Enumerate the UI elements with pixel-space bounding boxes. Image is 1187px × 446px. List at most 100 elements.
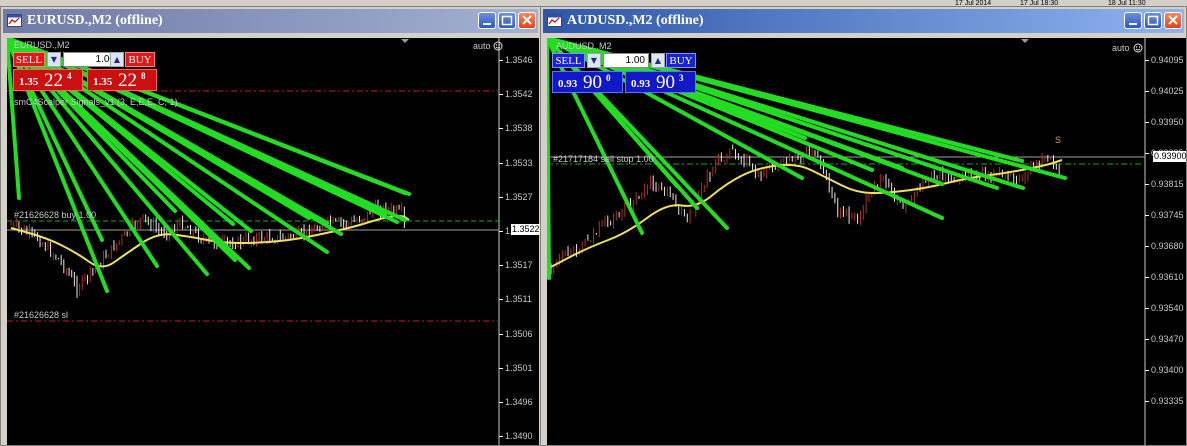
current-price-tag: 0.93900	[1153, 151, 1187, 162]
axis-label: 1.3517	[505, 260, 533, 271]
close-button[interactable]	[1164, 12, 1182, 29]
maximize-button[interactable]	[1144, 12, 1162, 29]
axis-tick	[1145, 122, 1149, 123]
signal-segment	[547, 38, 551, 280]
auto-label: auto	[473, 41, 491, 51]
axis-label: 1.3501	[505, 362, 533, 373]
ask-price-box[interactable]: 1.35 22 8	[87, 69, 157, 91]
audusd-titlebar[interactable]: AUDUSD.,M2 (offline)	[543, 9, 1184, 33]
ask-sup: 8	[141, 71, 146, 81]
close-button[interactable]	[518, 12, 536, 29]
axis-label: 0.93815	[1151, 179, 1184, 189]
axis-tick	[499, 367, 503, 369]
bid-sup: 0	[606, 73, 611, 83]
axis-label: 0.93950	[1151, 117, 1184, 127]
window-title: AUDUSD.,M2 (offline)	[567, 13, 704, 28]
order-buy-label: #21626628 buy 1.00	[14, 210, 97, 220]
lot-size-input[interactable]: 1.00	[603, 53, 649, 68]
order-sellstop-label: #21717184 sell stop 1.00	[553, 154, 654, 164]
bid-big: 22	[44, 70, 63, 91]
bid-price-box[interactable]: 1.35 22 4	[13, 69, 83, 91]
eurusd-chart[interactable]: EURUSD.,M2 auto SELL ▼ 1.00 ▲ BUY 1.35 2…	[7, 38, 540, 445]
axis-label: 1.3546	[505, 55, 533, 65]
bid-small: 1.35	[19, 76, 39, 88]
ask-small: 0.93	[631, 78, 651, 90]
lot-up-arrow[interactable]: ▲	[110, 52, 124, 67]
axis-tick	[499, 60, 503, 61]
axis-tick	[1145, 91, 1149, 92]
axis-label: 1.3527	[505, 191, 533, 202]
axis-label: 0.93745	[1151, 210, 1184, 220]
axis-label: 1.3511	[505, 294, 532, 305]
axis-tick	[1145, 153, 1149, 154]
audusd-chart[interactable]: AUDUSD.,M2 auto SELL ▼ 1.00 ▲ BUY 0.93 9…	[547, 38, 1187, 446]
smiley-icon	[493, 41, 503, 51]
ask-big: 22	[118, 70, 137, 91]
signal-segment	[7, 38, 343, 236]
axis-label: 0.93335	[1151, 396, 1184, 406]
axis-tick	[1145, 370, 1149, 371]
axis-tick	[499, 162, 503, 164]
current-price-tag: 1.3522	[511, 224, 540, 235]
buy-button[interactable]: BUY	[666, 53, 696, 68]
axis-tick	[499, 333, 503, 335]
axis-label: 0.93680	[1151, 241, 1184, 251]
axis-tick	[1145, 60, 1149, 61]
axis-tick	[499, 265, 503, 267]
axis-label: 0.93610	[1151, 272, 1184, 282]
chart-window-icon	[547, 14, 562, 27]
minimize-button[interactable]	[1124, 12, 1142, 29]
axis-tick	[499, 402, 503, 403]
sell-signal-marker: S	[1055, 135, 1062, 145]
lot-dropdown-arrow[interactable]: ▼	[587, 53, 601, 68]
audusd-chart-canvas[interactable]	[547, 38, 1187, 446]
chart-window-icon	[7, 14, 22, 27]
smiley-icon	[1133, 43, 1143, 53]
axis-label: 0.93400	[1151, 365, 1184, 375]
axis-label: 1.3506	[505, 328, 533, 339]
axis-label: 1.3542	[505, 89, 533, 100]
ask-sup: 3	[679, 73, 684, 83]
auto-label: auto	[1112, 43, 1130, 53]
axis-tick	[1145, 339, 1149, 340]
window-title: EURUSD.,M2 (offline)	[27, 13, 163, 28]
order-sl-label: #21626628 sl	[14, 310, 69, 320]
bid-small: 0.93	[558, 78, 578, 90]
axis-tick	[499, 128, 503, 130]
bid-price-box[interactable]: 0.93 90 0	[552, 71, 623, 93]
eurusd-window[interactable]: EURUSD.,M2 (offline) EURUSD.,M2 auto SEL…	[0, 6, 541, 446]
bid-big: 90	[583, 72, 602, 93]
axis-label: 1.3533	[505, 157, 533, 168]
axis-label: 1.3490	[505, 431, 533, 442]
axis-tick	[499, 94, 503, 96]
axis-label: 0.93540	[1151, 303, 1184, 313]
axis-tick	[1145, 277, 1149, 278]
chart-header: AUDUSD.,M2	[556, 41, 612, 51]
axis-tick	[1145, 308, 1149, 309]
ask-big: 90	[656, 72, 675, 93]
chart-header: EURUSD.,M2	[14, 40, 70, 50]
axis-tick	[1145, 401, 1149, 402]
ask-price-box[interactable]: 0.93 90 3	[625, 71, 696, 93]
lot-up-arrow[interactable]: ▲	[651, 53, 665, 68]
axis-tick	[1145, 215, 1149, 216]
lot-dropdown-arrow[interactable]: ▼	[47, 52, 61, 67]
eurusd-titlebar[interactable]: EURUSD.,M2 (offline)	[3, 9, 538, 33]
sell-button[interactable]: SELL	[13, 52, 45, 67]
axis-label: 0.93470	[1151, 334, 1184, 344]
axis-tick	[1145, 246, 1149, 247]
minimize-button[interactable]	[478, 12, 496, 29]
audusd-window[interactable]: AUDUSD.,M2 (offline) AUDUSD.,M2 auto SEL…	[540, 6, 1187, 446]
buy-button[interactable]: BUY	[125, 52, 155, 67]
axis-label: 0.94095	[1151, 55, 1184, 65]
axis-tick	[499, 196, 503, 198]
axis-label: 0.94025	[1151, 86, 1184, 96]
maximize-button[interactable]	[498, 12, 516, 29]
axis-label: 1.3496	[505, 397, 533, 407]
axis-tick	[499, 299, 503, 301]
ask-small: 1.35	[93, 76, 113, 88]
axis-tick	[499, 436, 503, 438]
axis-label: 1.3538	[505, 123, 533, 134]
sell-button[interactable]: SELL	[552, 53, 585, 68]
bid-sup: 4	[67, 71, 72, 81]
